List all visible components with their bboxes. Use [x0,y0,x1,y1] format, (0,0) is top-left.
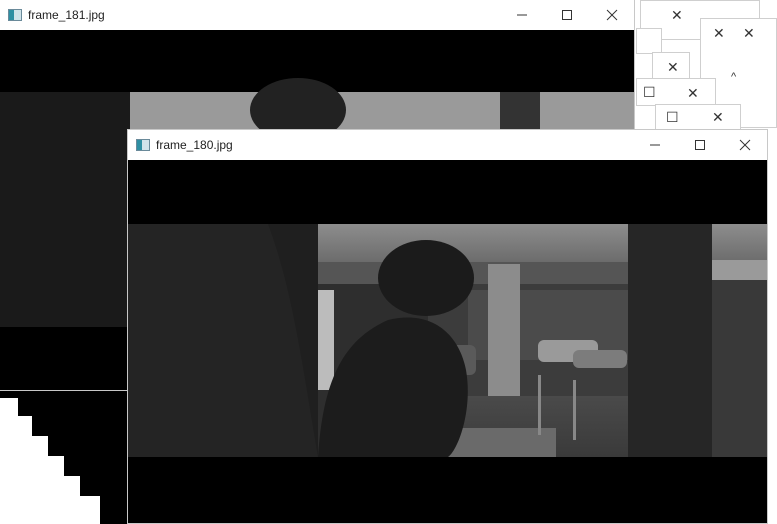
maximize-icon[interactable]: ☐ [666,109,679,126]
window-edge [32,416,128,436]
maximize-button[interactable] [677,130,722,160]
window-edge [64,456,128,476]
close-icon [739,139,750,151]
close-button[interactable] [722,130,767,160]
background-window-stack-6: ☐ ✕ [655,104,741,130]
background-window-stack-5: ☐ ✕ [636,78,716,106]
close-icon[interactable]: ✕ [687,85,699,102]
close-icon [606,9,617,21]
close-icon[interactable]: ✕ [713,25,725,42]
close-icon[interactable]: ✕ [712,109,724,126]
maximize-icon [694,140,705,150]
window-controls [632,130,767,160]
image-canvas [128,160,767,523]
window-edge [100,496,128,524]
image-app-icon [136,139,150,151]
minimize-button[interactable] [632,130,677,160]
video-frame-image [128,160,767,523]
close-icon[interactable]: ✕ [671,7,683,24]
close-icon[interactable]: ✕ [667,59,679,76]
window-controls [499,0,634,30]
close-button[interactable] [589,0,634,30]
title-bar[interactable]: frame_180.jpg [128,130,767,160]
background-window-stack-3 [636,28,662,54]
window-title: frame_181.jpg [28,8,105,22]
window-edge [80,476,128,496]
chevron-up-icon[interactable]: ^ [731,71,736,83]
image-app-icon [8,9,22,21]
maximize-icon [561,10,572,20]
background-window-stack-4: ✕ [652,52,690,80]
window-title: frame_180.jpg [156,138,233,152]
image-window-front: frame_180.jpg [128,130,767,523]
title-bar[interactable]: frame_181.jpg [0,0,634,30]
window-edge [18,398,128,416]
window-edge [48,436,128,456]
minimize-button[interactable] [499,0,544,30]
maximize-icon[interactable]: ☐ [643,84,656,101]
minimize-icon [516,14,527,16]
minimize-icon [649,144,660,146]
close-icon[interactable]: ✕ [743,25,755,42]
maximize-button[interactable] [544,0,589,30]
